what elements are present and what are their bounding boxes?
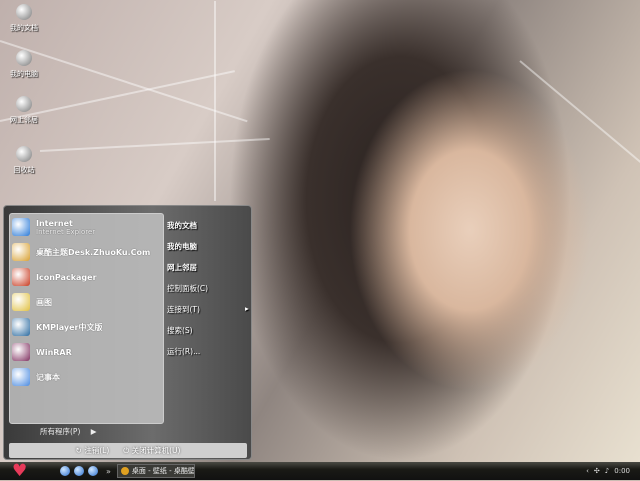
program-label: IconPackager [36, 272, 97, 282]
network-icon [16, 96, 32, 112]
umbrella-rib [39, 137, 270, 152]
logoff-icon: ↻ [75, 446, 82, 455]
desktop-wallpaper: 我的文档 我的电脑 网上邻居 回收站 Internet Internet Expl… [0, 0, 640, 462]
icon-label: 网上邻居 [10, 116, 38, 124]
place-label: 控制面板(C) [167, 284, 209, 293]
program-label: 桌酷主题Desk.ZhuoKu.Com [36, 247, 151, 257]
place-label: 搜索(S) [167, 326, 193, 335]
program-label: WinRAR [36, 347, 72, 357]
program-icon [12, 243, 30, 261]
documents-icon [16, 4, 32, 20]
place-label: 网上邻居 [167, 263, 197, 272]
program-item[interactable]: Internet Internet Explorer [12, 216, 95, 238]
system-tray: ‹ ✣ ♪ 0:00 [586, 467, 640, 475]
program-icon [12, 343, 30, 361]
shutdown-label: 关闭计算机(U) [131, 446, 181, 455]
tray-expand-icon[interactable]: ‹ [586, 467, 589, 475]
umbrella-rib [214, 1, 216, 201]
all-programs-label: 所有程序(P) [40, 427, 81, 436]
place-label: 我的电脑 [167, 242, 197, 251]
program-item[interactable]: IconPackager [12, 266, 97, 288]
program-label: 画图 [36, 297, 52, 307]
place-label: 运行(R)... [167, 347, 201, 356]
power-icon: ⏻ [123, 446, 130, 455]
icon-label: 回收站 [13, 166, 35, 174]
computer-icon [16, 50, 32, 66]
network-tray-icon[interactable]: ✣ [594, 467, 600, 475]
desktop-icon-my-computer[interactable]: 我的电脑 [4, 50, 44, 79]
all-programs-button[interactable]: 所有程序(P) ▶ [40, 426, 97, 437]
volume-tray-icon[interactable]: ♪ [605, 467, 609, 475]
clock[interactable]: 0:00 [614, 467, 630, 475]
logoff-button[interactable]: ↻ 注销(L) [76, 445, 110, 456]
desktop-quicklaunch-icon[interactable] [88, 466, 98, 476]
program-item[interactable]: 画图 [12, 291, 52, 313]
icon-label: 我的电脑 [10, 70, 38, 78]
place-item[interactable]: 连接到(T) ▸ [167, 304, 249, 315]
place-label: 连接到(T) [167, 305, 200, 314]
desktop-icon-recycle-bin[interactable]: 回收站 [4, 146, 44, 175]
program-item[interactable]: WinRAR [12, 341, 72, 363]
place-item[interactable]: 搜索(S) [167, 325, 193, 336]
program-icon [12, 293, 30, 311]
arrow-right-icon: ▸ [245, 304, 249, 313]
program-icon [12, 218, 30, 236]
start-menu: Internet Internet Explorer 桌酷主题Desk.ZhuoKu… [3, 205, 252, 460]
place-item[interactable]: 控制面板(C) [167, 283, 208, 294]
umbrella-rib [519, 60, 640, 165]
recycle-bin-icon [16, 146, 32, 162]
start-button[interactable]: ♥ [12, 463, 34, 480]
taskbar-button-window[interactable]: 桌面 - 壁纸 - 桌酷壁... [116, 464, 195, 478]
logoff-label: 注销(L) [84, 446, 110, 455]
desktop-icon-my-documents[interactable]: 我的文档 [4, 4, 44, 33]
start-menu-footer: ↻ 注销(L) ⏻ 关闭计算机(U) [9, 443, 247, 458]
taskbar: ♥ » 桌面 - 壁纸 - 桌酷壁... ‹ ✣ ♪ 0:00 [0, 462, 640, 480]
task-label: 桌面 - 壁纸 - 桌酷壁... [131, 467, 195, 475]
program-item[interactable]: 记事本 [12, 366, 60, 388]
arrow-right-icon: ▶ [90, 427, 97, 436]
program-item[interactable]: 桌酷主题Desk.ZhuoKu.Com [12, 241, 150, 263]
program-icon [12, 368, 30, 386]
program-icon [12, 268, 30, 286]
shutdown-button[interactable]: ⏻ 关闭计算机(U) [123, 445, 180, 456]
desktop-icon-network[interactable]: 网上邻居 [4, 96, 44, 125]
icon-label: 我的文档 [10, 24, 38, 32]
ie-quicklaunch-icon[interactable] [60, 466, 70, 476]
place-item[interactable]: 我的电脑 [167, 241, 197, 252]
program-sublabel: Internet Explorer [36, 227, 96, 236]
program-label: Internet [36, 218, 73, 228]
program-icon [12, 318, 30, 336]
browser-icon [120, 467, 129, 475]
globe-quicklaunch-icon[interactable] [74, 466, 84, 476]
program-label: KMPlayer中文版 [36, 322, 103, 332]
place-item[interactable]: 网上邻居 [167, 262, 197, 273]
program-label: 记事本 [36, 372, 60, 382]
place-item[interactable]: 运行(R)... [167, 346, 200, 357]
quicklaunch-chevron-icon[interactable]: » [106, 467, 111, 476]
program-item[interactable]: KMPlayer中文版 [12, 316, 103, 338]
place-label: 我的文档 [167, 221, 197, 230]
place-item[interactable]: 我的文档 [167, 220, 197, 231]
